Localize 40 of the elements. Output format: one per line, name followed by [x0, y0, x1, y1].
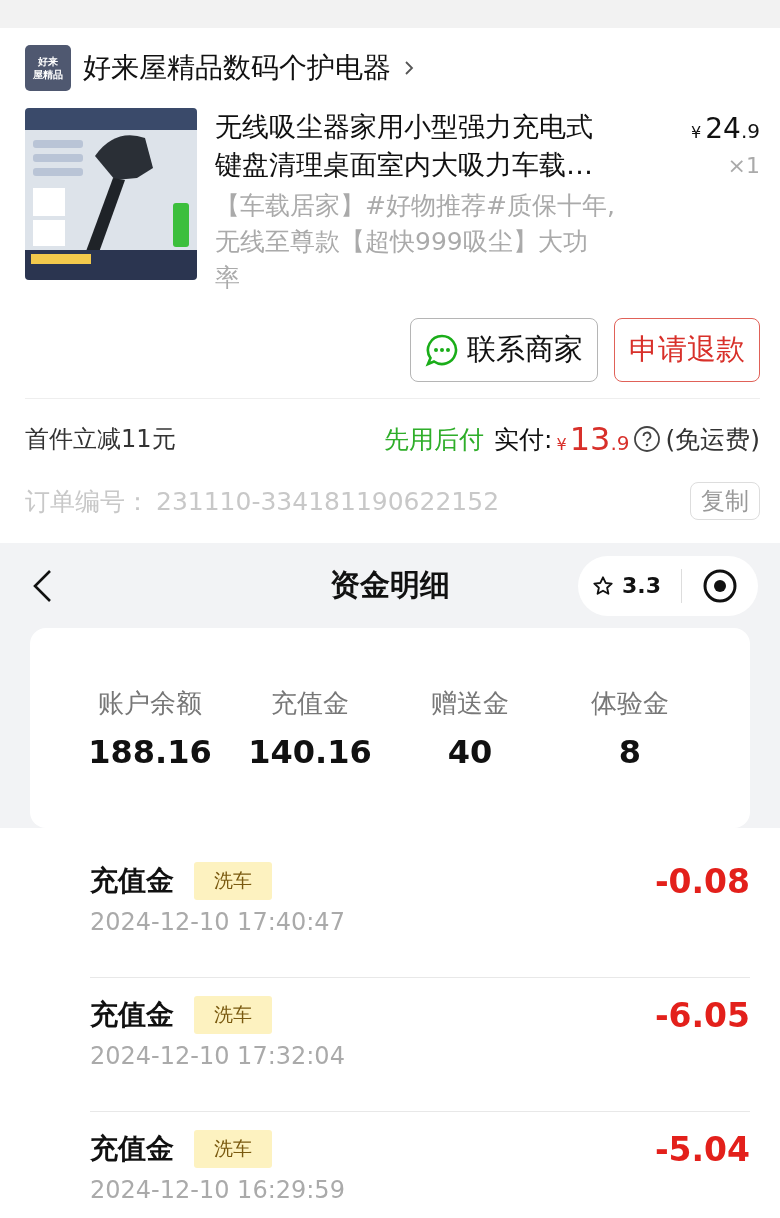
help-icon[interactable] [633, 425, 662, 453]
target-icon[interactable] [702, 567, 738, 604]
product-price: ¥24.9 [690, 112, 760, 145]
balance-label: 体验金 [591, 686, 669, 720]
product-title[interactable]: 无线吸尘器家用小型强力充电式 键盘清理桌面室内大吸力车载… [215, 108, 672, 184]
chat-bubble-icon [425, 333, 459, 367]
pay-later-label: 先用后付 [384, 423, 485, 456]
record-tag: 洗车 [194, 862, 272, 900]
record-time: 2024-12-10 17:40:47 [90, 908, 345, 936]
rating-value[interactable]: 3.3 [622, 573, 661, 598]
star-icon [592, 574, 614, 597]
record-time: 2024-12-10 17:32:04 [90, 1042, 345, 1070]
balance-value: 140.16 [248, 732, 372, 771]
shipping-note: (免运费) [665, 423, 760, 456]
record-amount: -6.05 [654, 996, 750, 1035]
quantity: ×1 [726, 153, 760, 178]
discount-text: 首件立减11元 [25, 424, 176, 455]
record-title: 充值金 [90, 997, 174, 1033]
chevron-right-icon [403, 59, 415, 77]
record-amount: -0.08 [654, 862, 750, 901]
product-description: 【车载居家】#好物推荐#质保十年, 无线至尊款【超快999吸尘】大功 率 [215, 190, 616, 294]
record-tag: 洗车 [194, 996, 272, 1034]
paid-label: 实付: [494, 423, 553, 456]
record-amount: -5.04 [654, 1130, 750, 1169]
record-title: 充值金 [90, 863, 174, 899]
balance-value: 40 [447, 732, 493, 771]
balance-label: 充值金 [271, 686, 349, 720]
balance-value: 188.16 [88, 732, 212, 771]
balance-label: 赠送金 [431, 686, 509, 720]
balance-value: 8 [618, 732, 642, 771]
shop-name[interactable]: 好来屋精品数码个护电器 [83, 49, 391, 87]
shop-logo: 好来 屋精品 [25, 45, 71, 91]
balance-label: 账户余额 [98, 686, 202, 720]
record-title: 充值金 [90, 1131, 174, 1167]
record-tag: 洗车 [194, 1130, 272, 1168]
contact-seller-button[interactable]: 联系商家 [410, 318, 598, 382]
refund-button[interactable]: 申请退款 [614, 318, 760, 382]
record-time: 2024-12-10 16:29:59 [90, 1176, 345, 1204]
paid-amount: ¥13.9 [556, 420, 630, 458]
page-title: 资金明细 [330, 566, 450, 604]
